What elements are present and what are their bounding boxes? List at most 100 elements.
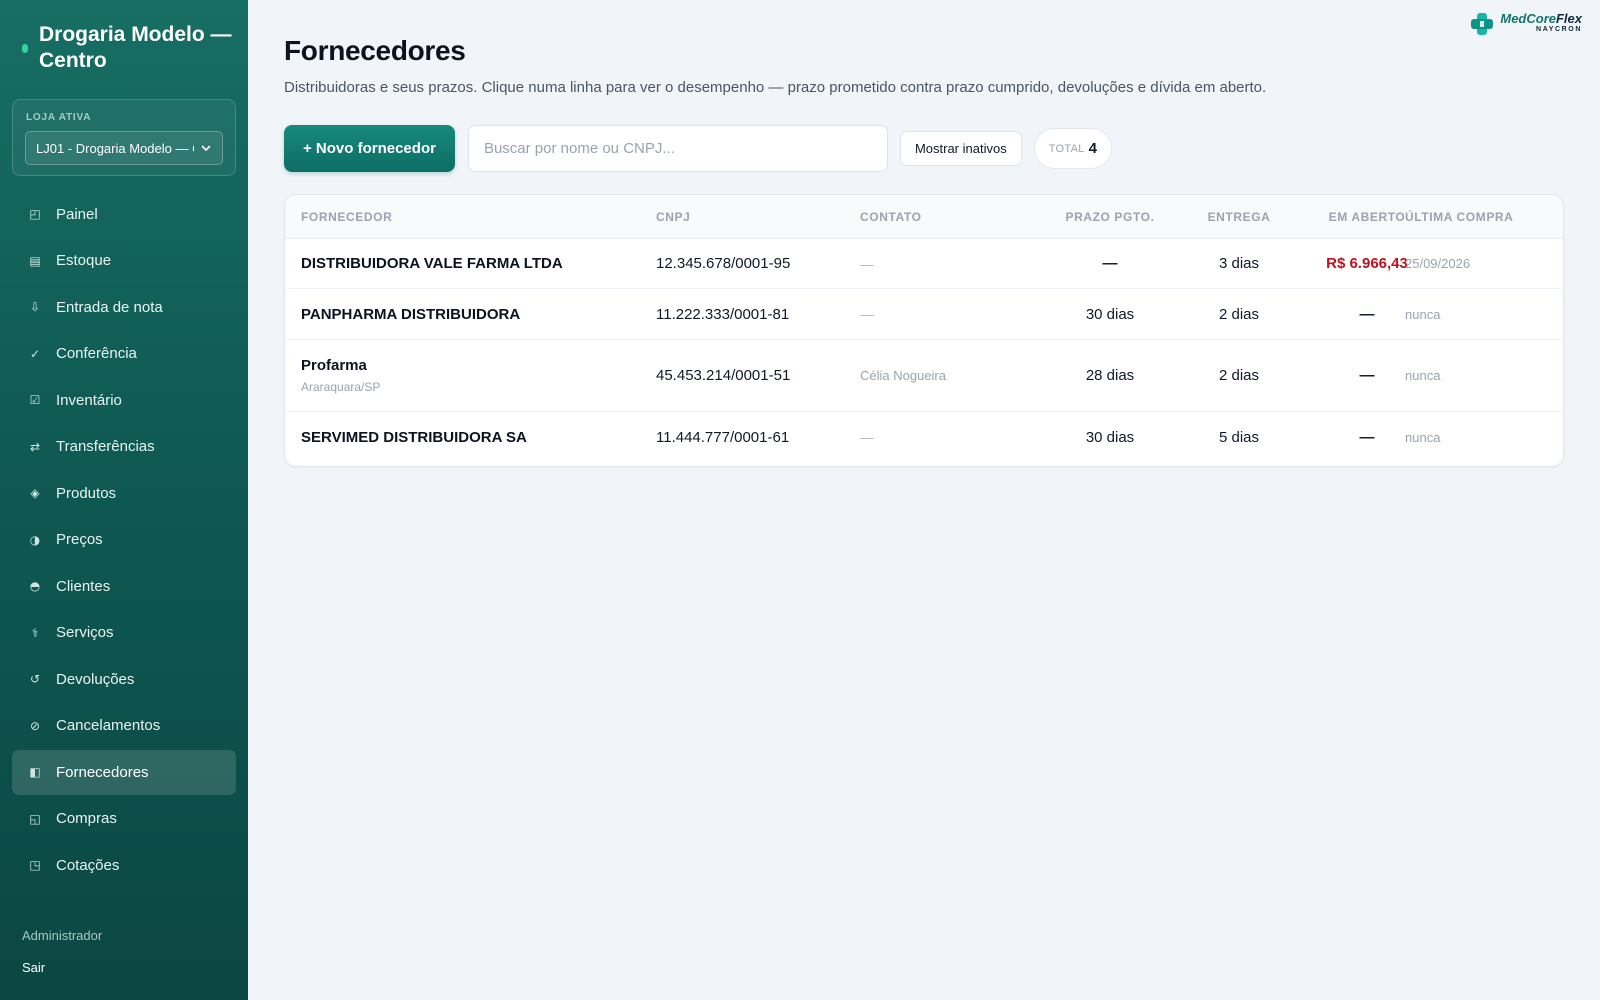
table-row[interactable]: PANPHARMA DISTRIBUIDORA 11.222.333/0001-8… xyxy=(285,289,1563,340)
precos-icon: ◑ xyxy=(29,532,41,547)
active-store-panel: LOJA ATIVA LJ01 - Drogaria Modelo — Cent… xyxy=(12,99,236,176)
total-label: TOTAL xyxy=(1048,142,1085,155)
painel-icon: ◰ xyxy=(29,207,41,222)
sidebar-item-label: Preços xyxy=(56,531,103,549)
supplier-contact: — xyxy=(860,255,874,272)
supplier-name: SERVIMED DISTRIBUIDORA SA xyxy=(301,428,527,446)
sidebar-item-compras[interactable]: ◱ Compras xyxy=(12,797,236,842)
supplier-cnpj: 11.444.777/0001-61 xyxy=(656,428,790,446)
transferencias-icon: ⇄ xyxy=(29,439,41,454)
clientes-icon: ◓ xyxy=(29,579,41,594)
compras-icon: ◱ xyxy=(29,811,41,826)
search-input[interactable] xyxy=(467,125,888,172)
fornecedores-icon: ◧ xyxy=(29,765,41,780)
supplier-contact: Célia Nogueira xyxy=(860,368,946,383)
page-description: Distribuidoras e seus prazos. Clique num… xyxy=(284,79,1267,96)
header-last-purchase[interactable]: ÚLTIMA COMPRA xyxy=(1405,195,1513,239)
inventario-icon: ☑ xyxy=(29,393,41,408)
sidebar-item-estoque[interactable]: ▤ Estoque xyxy=(12,239,236,284)
brand-title: Drogaria Modelo — Centro xyxy=(39,23,232,72)
supplier-last-purchase: nunca xyxy=(1405,429,1441,445)
supplier-cnpj: 45.453.214/0001-51 xyxy=(656,367,791,384)
supplier-payment-term: 28 dias xyxy=(1085,367,1135,384)
sidebar-item-label: Cancelamentos xyxy=(56,717,161,735)
table-row[interactable]: DISTRIBUIDORA VALE FARMA LTDA 12.345.678/… xyxy=(285,239,1563,289)
status-dot-icon xyxy=(22,44,28,53)
medcoreflex-logo: MedCoreFlex NAYCRON xyxy=(1468,11,1582,37)
devolucoes-icon: ↺ xyxy=(29,672,41,687)
new-supplier-button[interactable]: + Novo fornecedor xyxy=(284,125,455,172)
sidebar-item-label: Estoque xyxy=(56,252,112,270)
supplier-payment-term: — xyxy=(1102,255,1118,272)
sidebar-item-label: Clientes xyxy=(56,577,111,595)
supplier-last-purchase: nunca xyxy=(1405,368,1441,383)
sidebar-item-precos[interactable]: ◑ Preços xyxy=(12,518,236,563)
supplier-open-amount: — xyxy=(1359,367,1375,384)
supplier-open-amount: — xyxy=(1359,428,1375,446)
supplier-city: Araraquara/SP xyxy=(301,380,381,394)
store-select-value: LJ01 - Drogaria Modelo — Centro xyxy=(36,140,194,156)
sidebar-item-conferencia[interactable]: ✓ Conferência xyxy=(12,332,236,377)
sidebar-item-clientes[interactable]: ◓ Clientes xyxy=(12,564,236,609)
logout-link[interactable]: Sair xyxy=(22,960,45,975)
sidebar-item-transferencias[interactable]: ⇄ Transferências xyxy=(12,425,236,470)
supplier-delivery: 3 dias xyxy=(1218,255,1260,272)
sidebar-item-produtos[interactable]: ◈ Produtos xyxy=(12,471,236,516)
supplier-open-amount: R$ 6.966,43 xyxy=(1326,255,1408,272)
table-row[interactable]: SERVIMED DISTRIBUIDORA SA 11.444.777/0001… xyxy=(285,412,1563,462)
supplier-cnpj: 11.222.333/0001-81 xyxy=(656,305,790,323)
sidebar-item-label: Compras xyxy=(56,810,117,828)
sidebar-item-label: Cotações xyxy=(56,856,120,874)
show-inactive-button[interactable]: Mostrar inativos xyxy=(899,131,1022,166)
sidebar-item-inventario[interactable]: ☑ Inventário xyxy=(12,378,236,423)
store-select[interactable]: LJ01 - Drogaria Modelo — Centro xyxy=(25,131,223,165)
supplier-payment-term: 30 dias xyxy=(1085,305,1135,323)
supplier-name: DISTRIBUIDORA VALE FARMA LTDA xyxy=(301,255,563,272)
supplier-payment-term: 30 dias xyxy=(1085,428,1135,446)
sidebar-item-servicos[interactable]: ⚕ Serviços xyxy=(12,611,236,656)
medical-cross-logo-icon xyxy=(1471,13,1494,35)
sidebar-item-cancelamentos[interactable]: ⊘ Cancelamentos xyxy=(12,704,236,749)
supplier-delivery: 2 dias xyxy=(1218,367,1260,384)
header-contact[interactable]: CONTATO xyxy=(860,195,922,239)
supplier-contact: — xyxy=(860,429,874,445)
chevron-down-icon xyxy=(201,145,211,151)
header-supplier[interactable]: FORNECEDOR xyxy=(301,195,392,239)
supplier-name: PANPHARMA DISTRIBUIDORA xyxy=(301,305,521,323)
table-body: DISTRIBUIDORA VALE FARMA LTDA 12.345.678/… xyxy=(285,239,1563,462)
sidebar-item-devolucoes[interactable]: ↺ Devoluções xyxy=(12,657,236,702)
cancelamentos-icon: ⊘ xyxy=(29,718,41,733)
page-title: Fornecedores xyxy=(284,35,466,66)
user-role: Administrador xyxy=(22,928,103,943)
active-store-label: LOJA ATIVA xyxy=(26,112,92,123)
sidebar-item-entrada-de-nota[interactable]: ⇩ Entrada de nota xyxy=(12,285,236,330)
estoque-icon: ▤ xyxy=(29,253,41,268)
sidebar-item-label: Conferência xyxy=(56,345,137,363)
sidebar-item-fornecedores[interactable]: ◧ Fornecedores xyxy=(12,750,236,795)
sidebar-item-label: Entrada de nota xyxy=(56,298,163,316)
sidebar-item-label: Serviços xyxy=(56,624,114,642)
sidebar-item-label: Fornecedores xyxy=(56,763,149,781)
sidebar-item-label: Painel xyxy=(56,205,98,223)
supplier-cnpj: 12.345.678/0001-95 xyxy=(656,255,791,272)
sidebar-item-cotacoes[interactable]: ◳ Cotações xyxy=(12,843,236,888)
suppliers-table: FORNECEDOR CNPJ CONTATO PRAZO PGTO. ENTR… xyxy=(284,194,1564,467)
header-cnpj[interactable]: CNPJ xyxy=(656,195,690,239)
sidebar-nav: ◰ Painel ▤ Estoque ⇩ Entrada de nota ✓ Conferên… xyxy=(12,192,236,890)
sidebar: Drogaria Modelo — Centro LOJA ATIVA LJ01… xyxy=(0,0,248,1000)
table-row[interactable]: Profarma Araraquara/SP 45.453.214/0001-51 C… xyxy=(285,340,1563,412)
supplier-delivery: 2 dias xyxy=(1218,305,1260,323)
supplier-contact: — xyxy=(860,306,874,322)
entrada-de-nota-icon: ⇩ xyxy=(29,300,41,315)
supplier-open-amount: — xyxy=(1359,305,1375,323)
cotacoes-icon: ◳ xyxy=(29,858,41,873)
sidebar-item-label: Produtos xyxy=(56,484,117,502)
total-badge: TOTAL 4 xyxy=(1033,128,1112,169)
sidebar-item-label: Devoluções xyxy=(56,670,135,688)
produtos-icon: ◈ xyxy=(30,486,40,501)
supplier-name: Profarma xyxy=(301,357,367,374)
supplier-last-purchase: 25/09/2026 xyxy=(1405,256,1471,271)
toolbar: + Novo fornecedor Mostrar inativos TOTAL… xyxy=(284,125,1112,172)
table-header: FORNECEDOR CNPJ CONTATO PRAZO PGTO. ENTR… xyxy=(285,195,1563,239)
sidebar-item-painel[interactable]: ◰ Painel xyxy=(12,192,236,237)
